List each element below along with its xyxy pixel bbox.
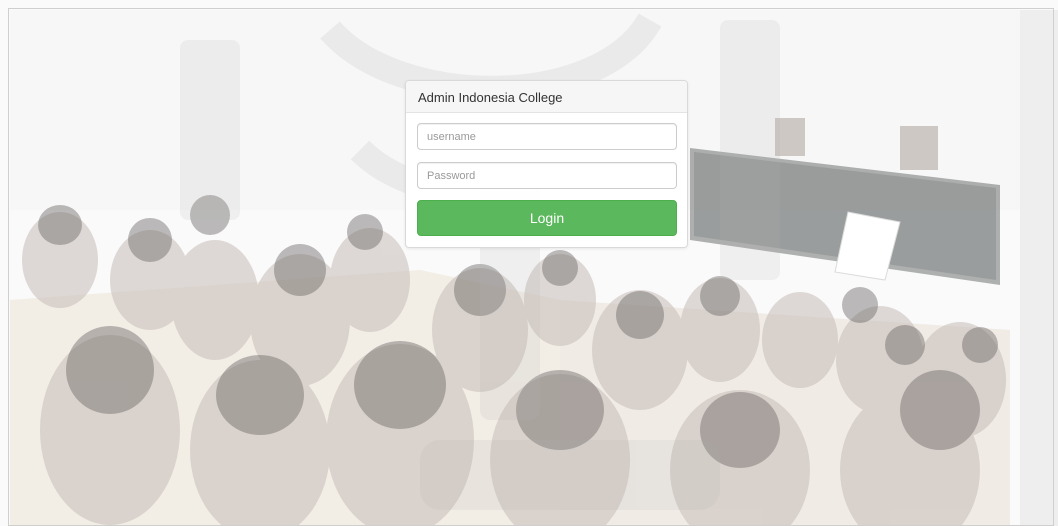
classroom-background-image (0, 0, 1058, 526)
username-input[interactable] (417, 123, 677, 150)
password-input[interactable] (417, 162, 677, 189)
login-panel: Admin Indonesia College Login (405, 80, 688, 248)
login-form: Login (406, 113, 687, 236)
login-panel-title: Admin Indonesia College (406, 81, 687, 113)
login-screen: Admin Indonesia College Login (0, 0, 1058, 526)
login-button[interactable]: Login (417, 200, 677, 236)
